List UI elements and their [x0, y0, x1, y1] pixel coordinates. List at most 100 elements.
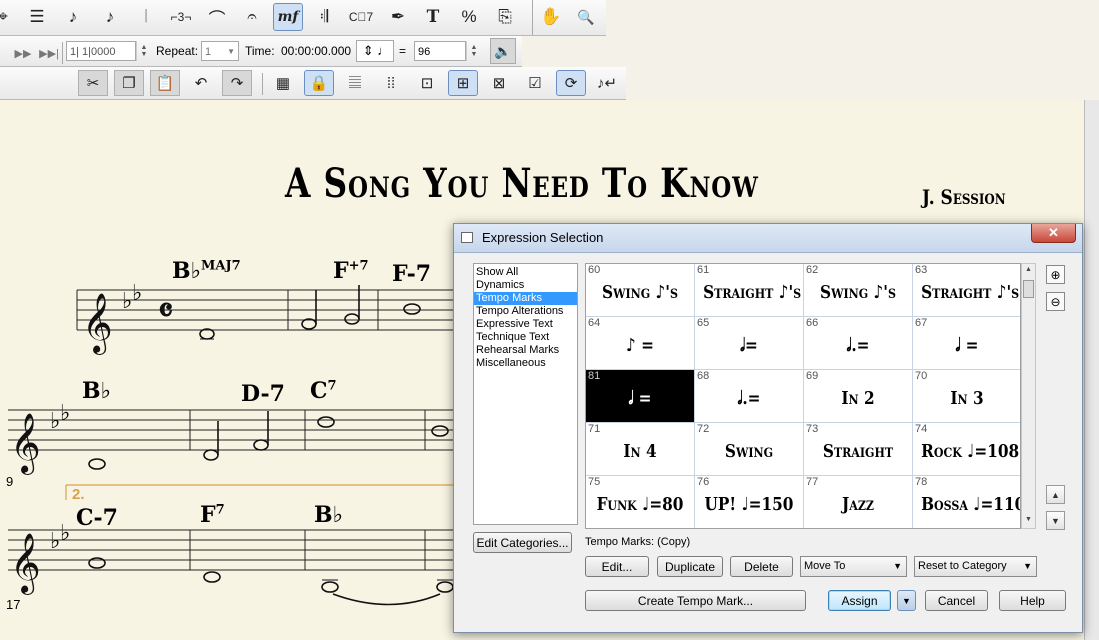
chord-symbol[interactable]: C-7: [76, 505, 118, 531]
handle-icon[interactable]: ⊡: [412, 70, 442, 96]
category-item[interactable]: Rehearsal Marks: [474, 344, 577, 357]
expression-cell[interactable]: 72 Swing: [695, 423, 804, 476]
expression-cell[interactable]: 65 𝅗𝅥=: [695, 317, 804, 370]
expression-tool-icon[interactable]: mf: [273, 3, 303, 31]
measure-tool-icon[interactable]: ▦: [268, 70, 298, 96]
close-icon[interactable]: ✕: [1031, 224, 1076, 243]
simple-entry-note-icon[interactable]: ♪: [58, 3, 88, 31]
page-layout-tool-icon[interactable]: ⎘: [490, 3, 520, 31]
expression-cell[interactable]: 76 UP! ♩=150: [695, 476, 804, 528]
expression-cell[interactable]: 69 In 2: [804, 370, 913, 423]
category-item[interactable]: Show All: [474, 266, 577, 279]
resize-tool-icon[interactable]: %: [454, 3, 484, 31]
staff-tool-icon[interactable]: 𝄚: [340, 70, 370, 96]
move-to-dropdown[interactable]: Move To ▼: [800, 556, 907, 577]
position-counter[interactable]: 1| 1|0000: [66, 41, 136, 61]
help-button[interactable]: Help: [999, 590, 1066, 611]
copy-icon[interactable]: ❐: [114, 70, 144, 96]
chord-symbol[interactable]: F+7: [333, 258, 369, 284]
expression-cell[interactable]: 60 Swing ♪'s: [586, 264, 695, 317]
redo-icon[interactable]: ↷: [222, 70, 252, 96]
smart-shape-tool-icon[interactable]: ⌒: [202, 3, 232, 31]
lyrics-tool-icon[interactable]: ✒: [383, 3, 413, 31]
time-signature-tool-icon[interactable]: ☰: [22, 3, 52, 31]
chord-symbol[interactable]: F7: [200, 502, 225, 528]
expression-cell[interactable]: 78 Bossa ♩=110: [913, 476, 1020, 528]
scroll-up-arrow-icon[interactable]: ▲: [1023, 266, 1034, 276]
assign-button[interactable]: Assign: [828, 590, 891, 611]
expression-cell[interactable]: 77 Jazz: [804, 476, 913, 528]
speedy-entry-icon[interactable]: ♪: [95, 3, 125, 31]
expression-cell[interactable]: 68 𝅗𝅥.=: [695, 370, 804, 423]
rehearsal-mark[interactable]: 2.: [72, 486, 85, 503]
chord-symbol[interactable]: B♭MAJ7: [172, 258, 241, 284]
expression-cell[interactable]: 74 Rock ♩=108: [913, 423, 1020, 476]
playback-settings-icon[interactable]: 🔈: [490, 38, 516, 64]
selection-grid-icon[interactable]: ⊞: [448, 70, 478, 96]
cancel-button[interactable]: Cancel: [925, 590, 988, 611]
expression-cell[interactable]: 61 Straight ♪'s: [695, 264, 804, 317]
checkbox-icon[interactable]: ☑: [520, 70, 550, 96]
expression-cell-selected[interactable]: 81 𝅗𝅥 =: [586, 370, 695, 423]
category-item-selected[interactable]: Tempo Marks: [474, 292, 577, 305]
lock-icon[interactable]: 🔒: [304, 70, 334, 96]
articulation-tool-icon[interactable]: 𝄐: [237, 3, 267, 31]
mirror-tool-icon[interactable]: 𝄀: [131, 3, 161, 31]
expression-cell[interactable]: 67 𝅗𝅥 =: [913, 317, 1020, 370]
tempo-input[interactable]: 96: [414, 41, 466, 61]
create-tempo-mark-button[interactable]: Create Tempo Mark...: [585, 590, 806, 611]
expression-cell[interactable]: 64 ♪ =: [586, 317, 695, 370]
zoom-tool-icon[interactable]: 🔍: [571, 3, 601, 31]
category-item[interactable]: Dynamics: [474, 279, 577, 292]
note-entry-icon[interactable]: ♪↵: [592, 70, 622, 96]
vertical-scrollbar[interactable]: [1084, 100, 1099, 640]
delete-button[interactable]: Delete: [730, 556, 793, 577]
chord-symbol[interactable]: B♭: [314, 502, 343, 528]
repeat-tool-icon[interactable]: 𝄇: [309, 3, 339, 31]
edit-button[interactable]: Edit...: [585, 556, 649, 577]
key-signature-tool-icon[interactable]: ⌖: [0, 3, 18, 31]
grid-dots-icon[interactable]: ⁞⁞: [376, 70, 406, 96]
text-tool-icon[interactable]: T: [418, 3, 448, 31]
category-item[interactable]: Technique Text: [474, 331, 577, 344]
skip-to-end-icon[interactable]: ▶▶|: [34, 39, 64, 67]
paste-icon[interactable]: 📋: [150, 70, 180, 96]
category-item[interactable]: Expressive Text: [474, 318, 577, 331]
reset-to-category-dropdown[interactable]: Reset to Category ▼: [914, 556, 1037, 577]
move-up-arrow-icon[interactable]: ▲: [1046, 485, 1065, 504]
scroll-thumb[interactable]: [1023, 280, 1034, 298]
score-title[interactable]: A Song You Need To Know: [285, 160, 759, 207]
expression-cell[interactable]: 66 𝅗𝅥.=: [804, 317, 913, 370]
tempo-spinner[interactable]: ▲ ▼: [466, 41, 481, 61]
undo-icon[interactable]: ↶: [186, 70, 216, 96]
expression-cell[interactable]: 70 In 3: [913, 370, 1020, 423]
expression-cell[interactable]: 71 In 4: [586, 423, 695, 476]
expression-cell[interactable]: 75 Funk ♩=80: [586, 476, 695, 528]
assign-options-dropdown[interactable]: ▼: [897, 590, 916, 611]
cut-icon[interactable]: ✂: [78, 70, 108, 96]
expression-cell[interactable]: 63 Straight ♪'s: [913, 264, 1020, 317]
category-item[interactable]: Tempo Alterations: [474, 305, 577, 318]
expression-cell[interactable]: 73 Straight: [804, 423, 913, 476]
grid-scrollbar[interactable]: ▲ ▼: [1021, 263, 1036, 529]
measure-handle-icon[interactable]: ⊠: [484, 70, 514, 96]
refresh-icon[interactable]: ⟳: [556, 70, 586, 96]
zoom-out-icon[interactable]: ⊖: [1046, 292, 1065, 311]
expression-cell[interactable]: 62 Swing ♪'s: [804, 264, 913, 317]
tuplet-tool-icon[interactable]: ⌐3¬: [166, 3, 196, 31]
score-composer[interactable]: J. Session: [922, 185, 1006, 209]
category-item[interactable]: Miscellaneous: [474, 357, 577, 370]
chord-symbol[interactable]: F-7: [392, 261, 431, 287]
dialog-titlebar[interactable]: Expression Selection ✕: [454, 224, 1082, 253]
hand-grabber-icon[interactable]: ✋: [536, 3, 566, 31]
tempo-unit-select[interactable]: ⇕ ♩: [356, 40, 394, 62]
scroll-down-arrow-icon[interactable]: ▼: [1023, 516, 1034, 526]
edit-categories-button[interactable]: Edit Categories...: [473, 532, 572, 553]
chord-tool-icon[interactable]: C𝆭7: [346, 3, 376, 31]
chord-symbol[interactable]: D-7: [241, 381, 285, 407]
repeat-select[interactable]: 1 ▼: [201, 41, 239, 61]
duplicate-button[interactable]: Duplicate: [657, 556, 723, 577]
chord-symbol[interactable]: B♭: [82, 378, 111, 404]
move-down-arrow-icon[interactable]: ▼: [1046, 511, 1065, 530]
zoom-in-icon[interactable]: ⊕: [1046, 265, 1065, 284]
